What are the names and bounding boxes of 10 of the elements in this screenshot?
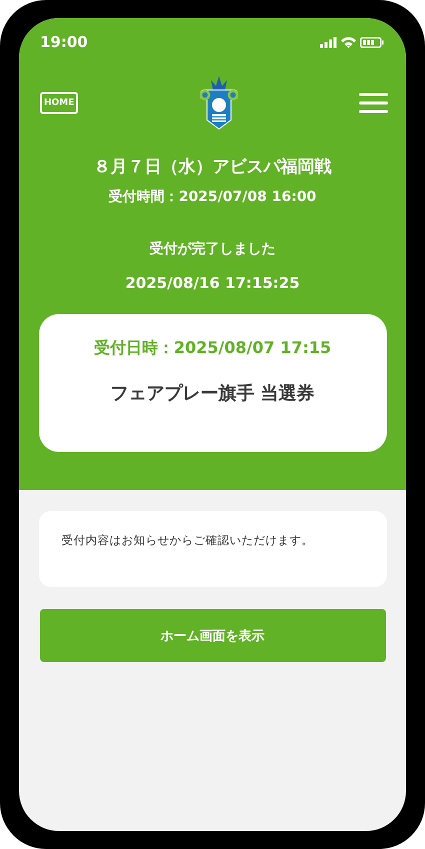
ticket-name: フェアプレー旗手 当選券 — [110, 382, 315, 405]
status-time: 19:00 — [40, 33, 88, 51]
ticket-reception-datetime: 受付日時：2025/08/07 17:15 — [94, 338, 332, 359]
notice-text: 受付内容はお知らせからご確認いただけます。 — [38, 511, 386, 587]
home-button[interactable]: HOME — [40, 92, 78, 114]
completion-message: 受付が完了しました — [150, 240, 276, 258]
show-home-button[interactable]: ホーム画面を表示 — [40, 609, 386, 662]
completion-timestamp: 2025/08/16 17:15:25 — [125, 274, 300, 292]
reception-time: 受付時間：2025/07/08 16:00 — [108, 188, 316, 206]
match-title: ８月７日（水）アビスパ福岡戦 — [94, 156, 332, 178]
